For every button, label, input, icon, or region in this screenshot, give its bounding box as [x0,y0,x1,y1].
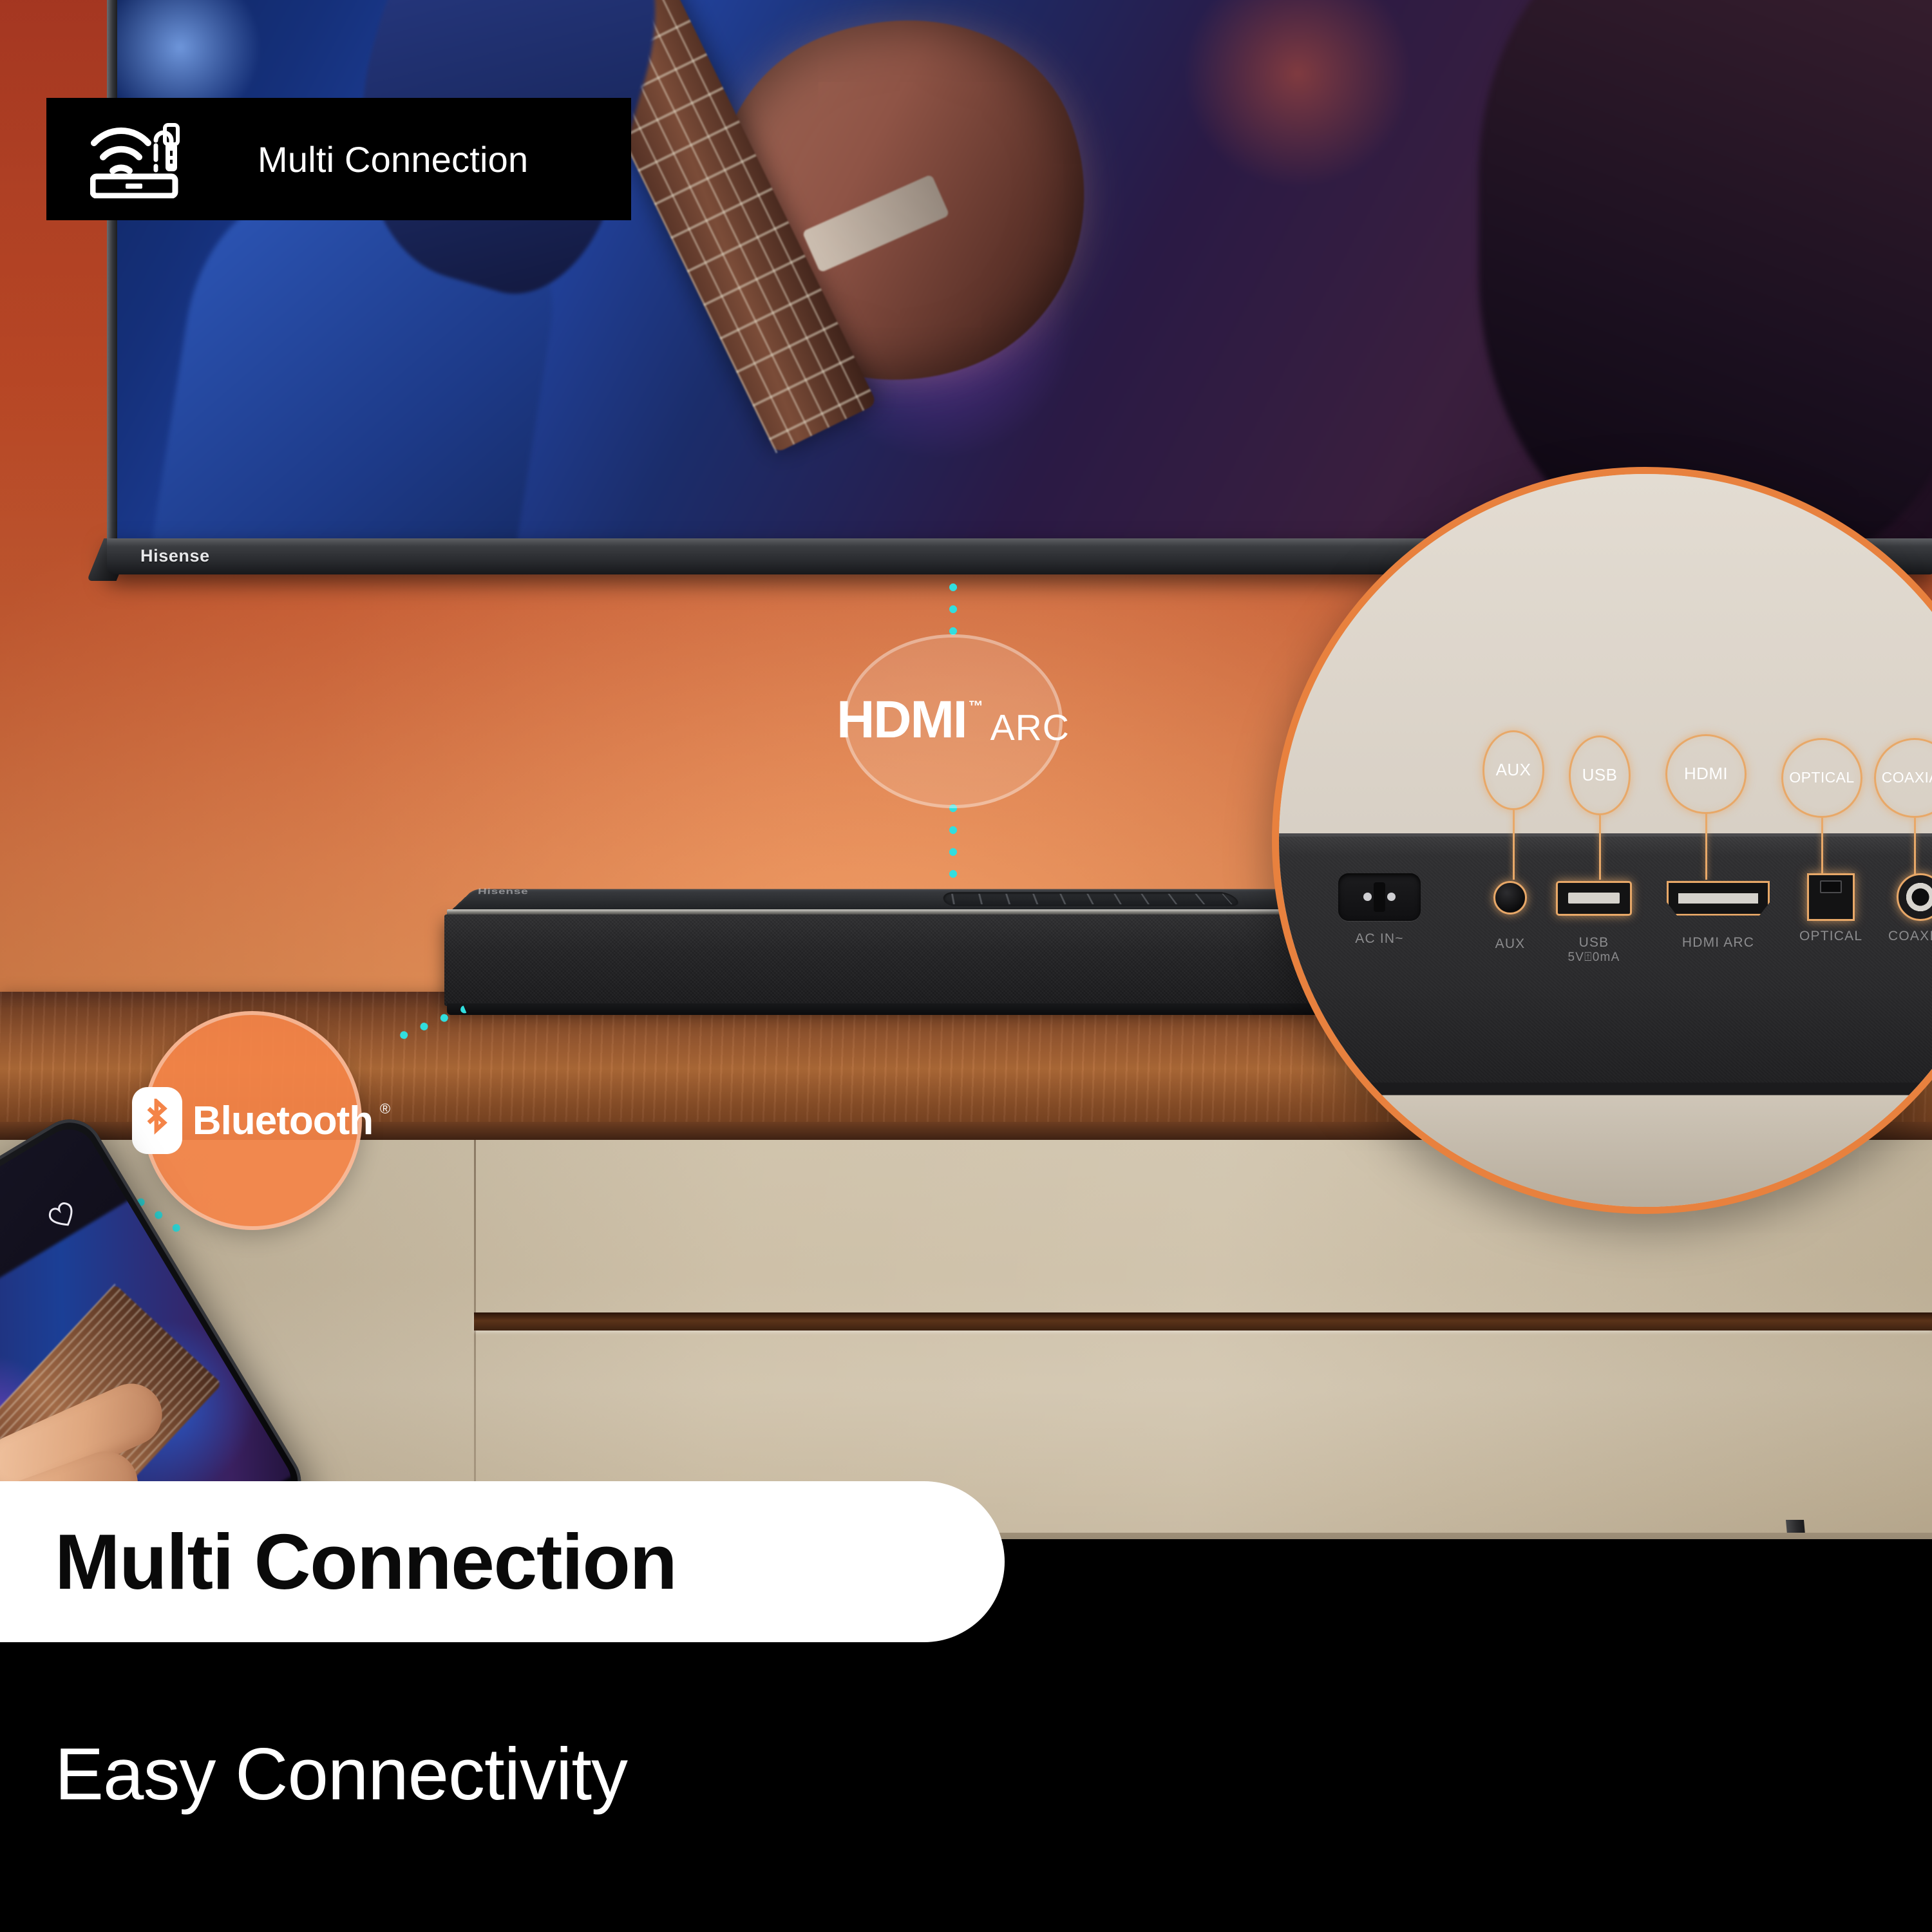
soundbar-brand-logo: Hisense [477,887,529,896]
tv-screen [115,0,1932,541]
optical-port-icon [1807,873,1855,921]
callout-circle: COAXIAL [1874,737,1932,818]
callout-circle: USB [1569,735,1631,815]
hdmi-port-icon [1667,880,1770,916]
port-sublabel: 5V⍐0mA [1567,950,1620,964]
aux-jack-port-icon [1493,880,1527,914]
soundbar-top-surface [450,889,1315,912]
port-panel-magnifier: AUX USB HDMI OPTICAL COAXI AC IN~ AUX US… [1272,467,1932,1214]
port-optical: OPTICAL [1799,873,1862,944]
headline-pill: Multi Connection [0,1481,1005,1642]
hdmi-contact-block [1678,893,1758,904]
connector-dots-hdmi-to-soundbar [949,804,958,880]
callout-leader-line [1913,817,1916,880]
callout-label: COAXIAL [1881,769,1932,786]
port-ac-in: AC IN~ [1338,873,1421,947]
rear-port-group: AC IN~ AUX USB 5V⍐0mA HDMI ARC OPTICAL C… [1331,873,1932,1015]
callout-leader-line [1705,813,1707,880]
callout-aux: AUX [1482,730,1544,880]
coaxial-port-icon [1896,873,1932,921]
hdmi-label: HDMI [837,690,968,749]
port-label: AC IN~ [1355,931,1404,946]
callout-usb: USB [1569,735,1631,880]
callout-label: HDMI [1683,764,1728,784]
registered-mark-icon: ® [379,1100,390,1117]
usb-contact-block [1568,893,1620,904]
bluetooth-badge: Bluetooth ® [131,1011,390,1230]
subheadline-text: Easy Connectivity [55,1734,628,1815]
hdmi-wordmark: HDMI ™ ARC [837,694,1070,749]
port-label: COAXIAL [1888,928,1932,943]
callout-label: OPTICAL [1789,769,1855,786]
hdmi-arc-label: ARC [990,707,1070,748]
callout-optical: OPTICAL [1781,737,1862,880]
bluetooth-rune-icon [131,1087,182,1154]
hdmi-trademark-icon: ™ [968,697,983,714]
soundbar-base [447,1003,1318,1015]
audio-jack-cable-icon [153,123,180,173]
port-label: HDMI ARC [1681,934,1755,950]
callout-label: AUX [1495,760,1531,780]
callout-leader-line [1821,817,1823,880]
port-hdmi-arc: HDMI ARC [1667,880,1770,951]
soundbar-grille [444,914,1320,1006]
soundbar-vent-slats [951,893,1233,905]
ac-pin [1363,893,1372,902]
soundbar: Hisense [438,876,1327,1024]
product-feature-image: Hisense Hisense HDMI ™ ARC Bluetooth ® A… [0,0,1932,1932]
soundbar-icon [90,173,178,199]
ac-pin [1387,893,1396,902]
port-callout-group: AUX USB HDMI OPTICAL COAXI [1331,730,1932,880]
multi-connection-badge: Multi Connection [46,98,631,220]
magnifier-shelf-background [1279,1082,1932,1207]
optical-contact-block [1820,880,1842,893]
tv-brand-logo: Hisense [140,546,210,565]
callout-label: USB [1582,765,1618,785]
bluetooth-label: Bluetooth [192,1098,374,1143]
ac-power-port-icon [1338,873,1421,921]
callout-circle: AUX [1482,730,1544,810]
hdmi-arc-badge: HDMI ™ ARC [837,634,1069,808]
port-label: OPTICAL [1799,928,1863,943]
headline-text: Multi Connection [55,1518,677,1605]
bluetooth-wordmark: Bluetooth ® [192,1098,390,1144]
port-coaxial: COAXIAL [1888,873,1932,944]
callout-leader-line [1598,815,1601,880]
port-aux: AUX [1493,880,1527,952]
background-figure [1479,0,1932,541]
usb-port-icon [1556,880,1632,916]
callout-hdmi: HDMI [1665,734,1747,880]
callout-coaxial: COAXIAL [1874,737,1932,880]
heart-icon[interactable] [41,1195,82,1235]
wifi-signal-icon [91,128,151,174]
badge-title: Multi Connection [258,138,529,180]
cabinet-seam [474,1140,476,1539]
bluetooth-glyph-icon [147,1099,167,1135]
callout-leader-line [1512,810,1515,880]
port-label: AUX [1495,936,1526,951]
soundbar-vent [942,892,1243,906]
callout-circle: HDMI [1665,734,1747,814]
connection-icon-group [90,120,219,199]
room-scene: Hisense Hisense HDMI ™ ARC Bluetooth ® A… [0,0,1932,1539]
port-usb: USB 5V⍐0mA [1556,880,1632,965]
tv-bezel-left [107,0,117,547]
cabinet-drawer-groove [474,1312,1932,1331]
port-label: USB 5V⍐0mA [1567,934,1620,964]
callout-circle: OPTICAL [1781,737,1862,818]
multi-connection-icons [90,123,180,199]
